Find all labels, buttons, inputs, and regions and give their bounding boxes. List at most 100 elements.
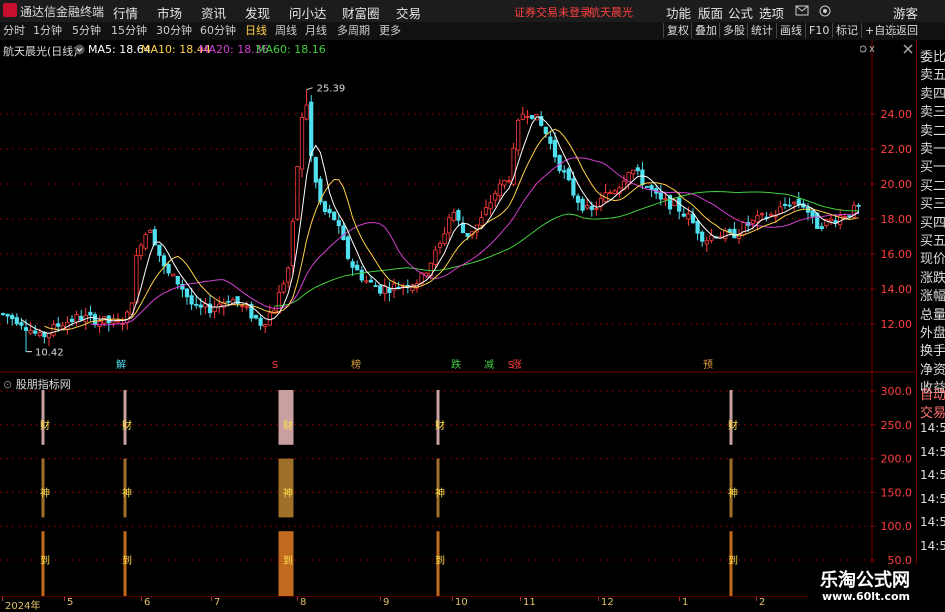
candle-body <box>497 183 502 197</box>
side-panel-item[interactable]: 委比 <box>920 46 945 65</box>
candle-body <box>364 280 369 283</box>
side-panel-item[interactable]: 卖三 <box>920 101 945 120</box>
settings-icon[interactable] <box>818 4 832 18</box>
event-marker[interactable]: 解 <box>116 358 126 371</box>
side-panel-item[interactable]: 卖二 <box>920 120 945 139</box>
menu-xuanxiang[interactable]: 选项 <box>759 3 784 22</box>
event-marker[interactable]: 榜 <box>351 358 361 371</box>
zoom-icon[interactable] <box>860 44 880 54</box>
side-panel-item[interactable]: 现价 <box>920 248 945 267</box>
candle-body <box>355 264 360 271</box>
side-panel-item[interactable]: 卖一 <box>920 138 945 157</box>
ma60-legend: MA60: 18.16 <box>256 43 326 56</box>
close-chart-icon[interactable] <box>902 43 914 55</box>
menu-shichang[interactable]: 市场 <box>157 3 182 22</box>
candle-body <box>511 147 516 185</box>
candle-body <box>157 244 162 256</box>
candle-body <box>493 193 498 201</box>
menu-wenxiaoda[interactable]: 问小达 <box>289 3 327 22</box>
signal-column[interactable]: 财神到 <box>122 390 132 596</box>
tab-1min[interactable]: 1分钟 <box>33 23 62 39</box>
event-marker[interactable]: 涨 <box>512 359 522 371</box>
event-marker[interactable]: S <box>272 360 278 371</box>
draw-button[interactable]: 画线 <box>776 23 802 38</box>
menu-faxian[interactable]: 发现 <box>245 3 270 22</box>
menu-jiaoyi[interactable]: 交易 <box>396 3 421 22</box>
side-panel-item[interactable]: 涨幅 <box>920 285 945 304</box>
candle-body <box>33 330 38 334</box>
candle-body <box>194 303 199 306</box>
signal-label: 到 <box>122 555 132 567</box>
tab-15min[interactable]: 15分钟 <box>111 23 147 39</box>
side-panel-item[interactable]: 卖五 <box>920 64 945 83</box>
candle-body <box>631 169 636 175</box>
back-button[interactable]: 返回 <box>892 23 918 38</box>
trade-label[interactable]: 交易 <box>920 402 945 421</box>
menu-zixun[interactable]: 资讯 <box>201 3 226 22</box>
menu-banmian[interactable]: 版面 <box>698 3 723 22</box>
signal-column[interactable]: 财神到 <box>728 390 738 596</box>
mail-icon[interactable] <box>795 5 809 17</box>
f10-button[interactable]: F10 <box>805 23 829 38</box>
side-panel-item[interactable]: 买五 <box>920 230 945 249</box>
price-tick-label: 20.00 <box>881 178 913 191</box>
multi-stock-button[interactable]: 多股 <box>719 23 745 38</box>
menu-gongshi[interactable]: 公式 <box>728 3 753 22</box>
fuquan-button[interactable]: 复权 <box>663 23 689 38</box>
overlay-button[interactable]: 叠加 <box>691 23 717 38</box>
candle-body <box>640 169 645 186</box>
candle-body <box>479 217 484 226</box>
menu-caifuquan[interactable]: 财富圈 <box>342 3 380 22</box>
candle-body <box>612 190 617 195</box>
add-favorite-button[interactable]: +自选 <box>861 23 896 38</box>
candle-body <box>451 212 456 221</box>
stats-button[interactable]: 统计 <box>747 23 773 38</box>
tab-more[interactable]: 更多 <box>379 23 401 39</box>
menu-hangqing[interactable]: 行情 <box>113 3 138 22</box>
candle-body <box>562 170 567 173</box>
auto-trade-label[interactable]: 自动 <box>920 384 945 403</box>
candle-body <box>644 186 650 188</box>
time-axis-label: 8 <box>300 597 307 608</box>
side-panel-item[interactable]: 换手 <box>920 340 945 359</box>
event-marker[interactable]: 预 <box>703 359 713 371</box>
time-axis-tick <box>598 597 599 601</box>
candle-body <box>299 117 305 170</box>
side-panel-item[interactable]: 买三 <box>920 193 945 212</box>
side-panel-item[interactable]: 总量 <box>920 304 945 323</box>
tab-5min[interactable]: 5分钟 <box>72 23 101 39</box>
tab-60min[interactable]: 60分钟 <box>200 23 236 39</box>
time-axis-label: 9 <box>383 597 390 608</box>
signal-column[interactable]: 财神到 <box>40 390 50 596</box>
side-panel-item[interactable]: 买一 <box>920 156 945 175</box>
tab-fenshi[interactable]: 分时 <box>3 23 25 39</box>
tab-daily[interactable]: 日线 <box>245 23 267 39</box>
event-marker[interactable]: 跌 <box>451 358 461 371</box>
candle-body <box>741 222 746 236</box>
signal-column[interactable]: 财神到 <box>278 390 294 596</box>
tab-multi-period[interactable]: 多周期 <box>337 23 370 39</box>
side-panel-item[interactable]: 净资 <box>920 359 945 378</box>
side-panel-item[interactable]: 买四 <box>920 212 945 231</box>
signal-column[interactable]: 财神到 <box>435 390 445 596</box>
side-panel-item[interactable]: 涨跌 <box>920 267 945 286</box>
side-panel-item[interactable]: 买二 <box>920 175 945 194</box>
candle-body <box>856 204 861 207</box>
indicator-panel[interactable]: 300.0250.0200.0150.0100.050.0财神到财神到财神到财神… <box>0 374 915 596</box>
mark-button[interactable]: 标记 <box>832 23 858 38</box>
kline-chart[interactable]: 24.00 22.00 20.00 18.00 16.00 14.00 12.00 25.39… <box>0 40 915 373</box>
tab-weekly[interactable]: 周线 <box>275 23 297 39</box>
time-axis-label: 7 <box>214 597 221 608</box>
chevron-down-icon[interactable] <box>74 44 85 55</box>
guest-user[interactable]: 游客 <box>893 3 918 22</box>
menu-gongneng[interactable]: 功能 <box>666 3 691 22</box>
event-marker[interactable]: 减 <box>484 359 494 371</box>
login-warning[interactable]: 证券交易未登录 <box>514 4 591 20</box>
candle-body <box>447 217 452 234</box>
side-panel-item[interactable]: 外盘 <box>920 322 945 341</box>
tab-monthly[interactable]: 月线 <box>305 23 327 39</box>
side-panel-item[interactable]: 卖四 <box>920 83 945 102</box>
tab-30min[interactable]: 30分钟 <box>156 23 192 39</box>
candle-body <box>663 198 668 201</box>
candle-body <box>189 295 194 305</box>
